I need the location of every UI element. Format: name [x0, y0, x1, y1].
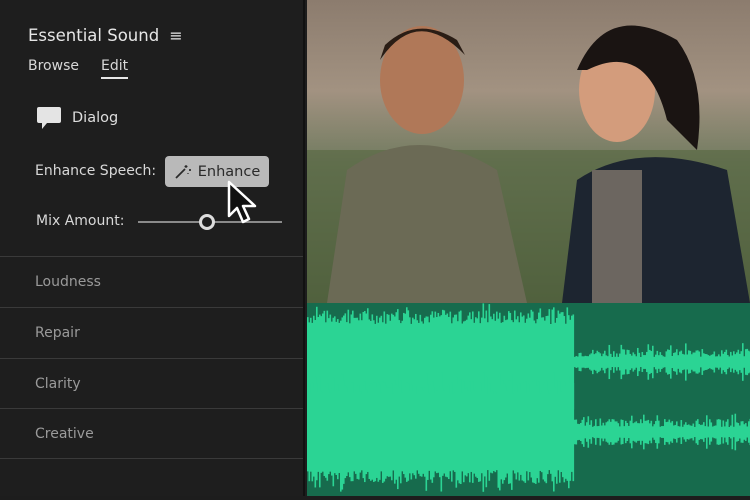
clip-type-label: Dialog — [72, 110, 118, 126]
clip-type-dialog: Dialog — [36, 106, 118, 130]
speech-bubble-icon — [36, 106, 62, 130]
section-loudness[interactable]: Loudness — [0, 256, 303, 307]
mix-amount-slider[interactable] — [138, 214, 282, 230]
section-creative[interactable]: Creative — [0, 408, 303, 459]
tab-browse[interactable]: Browse — [28, 58, 79, 74]
enhance-speech-label: Enhance Speech: — [35, 163, 156, 179]
waveform-channel-2 — [307, 372, 750, 492]
audio-waveform — [307, 303, 750, 496]
mouse-cursor-icon — [226, 180, 260, 226]
essential-sound-panel: Essential Sound ≡ Browse Edit Dialog Enh… — [0, 0, 305, 496]
panel-header: Essential Sound ≡ — [28, 26, 183, 45]
hamburger-menu-icon[interactable]: ≡ — [169, 26, 182, 45]
enhance-button-label: Enhance — [198, 164, 261, 180]
mix-amount-label: Mix Amount: — [36, 213, 124, 229]
slider-thumb[interactable] — [199, 214, 215, 230]
section-clarity[interactable]: Clarity — [0, 358, 303, 409]
section-repair[interactable]: Repair — [0, 307, 303, 358]
panel-title: Essential Sound — [28, 26, 159, 45]
video-preview-image — [307, 0, 750, 303]
magic-wand-icon — [174, 164, 192, 180]
tab-edit[interactable]: Edit — [101, 58, 128, 79]
